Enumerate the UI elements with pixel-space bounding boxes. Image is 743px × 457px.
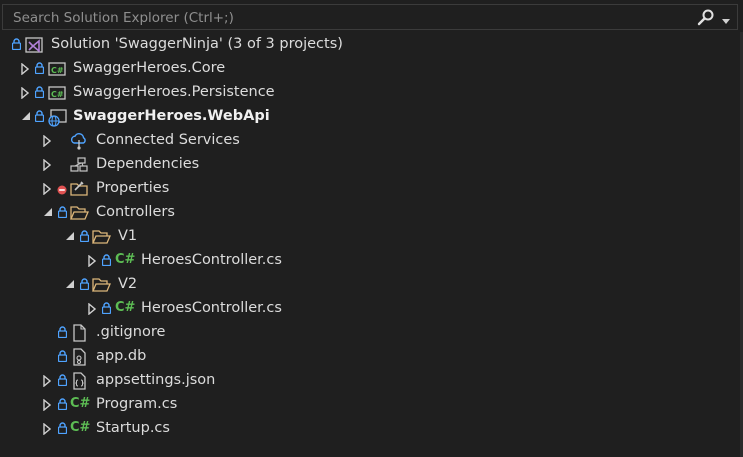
folder-open-icon xyxy=(91,275,111,295)
lock-icon xyxy=(58,398,67,410)
tree-item-label: .gitignore xyxy=(96,324,166,340)
lock-icon xyxy=(35,110,44,122)
svg-text:C#: C# xyxy=(51,90,64,99)
csharp-file-icon: C# xyxy=(70,396,91,411)
expand-arrow-icon[interactable] xyxy=(87,297,99,321)
expand-arrow-icon[interactable] xyxy=(42,153,54,177)
tree-item-label: app.db xyxy=(96,348,147,364)
expand-arrow-icon[interactable] xyxy=(42,177,54,201)
lock-icon xyxy=(58,374,67,386)
collapse-arrow-icon[interactable] xyxy=(64,225,76,249)
solution-icon xyxy=(24,35,44,55)
search-icon[interactable] xyxy=(697,9,715,30)
csharp-project-icon: C# xyxy=(47,83,67,103)
csharp-file-icon: C# xyxy=(70,420,91,435)
tree-item-v1[interactable]: V1 xyxy=(0,225,743,249)
tree-item-label: SwaggerHeroes.Core xyxy=(73,60,226,76)
tree-item-label: Solution 'SwaggerNinja' (3 of 3 projects… xyxy=(51,36,343,52)
expand-arrow-icon[interactable] xyxy=(20,57,32,81)
tree-item-controllers[interactable]: Controllers xyxy=(0,201,743,225)
excluded-status-icon xyxy=(57,183,69,195)
tree-item-label: Properties xyxy=(96,180,170,196)
csharp-project-icon: C# xyxy=(47,59,67,79)
search-input[interactable]: Search Solution Explorer (Ctrl+;) xyxy=(13,10,234,26)
lock-icon xyxy=(80,278,89,290)
lock-icon xyxy=(58,326,67,338)
tree-item-solution[interactable]: Solution 'SwaggerNinja' (3 of 3 projects… xyxy=(0,33,743,57)
lock-icon xyxy=(102,302,111,314)
lock-icon xyxy=(58,350,67,362)
tree-item-swaggerheroes-webapi[interactable]: SwaggerHeroes.WebApi xyxy=(0,105,743,129)
tree-item-heroescontroller-v1[interactable]: C# HeroesController.cs xyxy=(0,249,743,273)
csharp-file-icon: C# xyxy=(115,252,136,267)
expand-arrow-icon[interactable] xyxy=(42,417,54,441)
lock-icon xyxy=(58,422,67,434)
tree-item-app-db[interactable]: app.db xyxy=(0,345,743,369)
tree-item-label: Dependencies xyxy=(96,156,200,172)
tree-item-connected-services[interactable]: Connected Services xyxy=(0,129,743,153)
tree-item-program-cs[interactable]: C# Program.cs xyxy=(0,393,743,417)
tree-item-dependencies[interactable]: Dependencies xyxy=(0,153,743,177)
collapse-arrow-icon[interactable] xyxy=(64,273,76,297)
tree-item-label: Connected Services xyxy=(96,132,240,148)
tree-item-label: SwaggerHeroes.Persistence xyxy=(73,84,275,100)
tree-item-v2[interactable]: V2 xyxy=(0,273,743,297)
lock-icon xyxy=(80,230,89,242)
tree-item-label: V2 xyxy=(118,276,138,292)
svg-text:C#: C# xyxy=(51,66,64,75)
lock-icon xyxy=(58,206,67,218)
file-icon xyxy=(69,323,89,343)
tree-item-swaggerheroes-core[interactable]: C# SwaggerHeroes.Core xyxy=(0,57,743,81)
expand-arrow-icon[interactable] xyxy=(42,393,54,417)
tree-item-label: SwaggerHeroes.WebApi xyxy=(73,108,270,124)
expand-arrow-icon[interactable] xyxy=(42,369,54,393)
tree-item-swaggerheroes-persistence[interactable]: C# SwaggerHeroes.Persistence xyxy=(0,81,743,105)
folder-open-icon xyxy=(69,203,89,223)
tree-item-label: Program.cs xyxy=(96,396,178,412)
csharp-file-icon: C# xyxy=(115,300,136,315)
search-options-chevron-icon[interactable] xyxy=(722,13,730,29)
properties-icon xyxy=(69,179,89,199)
tree-item-gitignore[interactable]: .gitignore xyxy=(0,321,743,345)
search-box[interactable]: Search Solution Explorer (Ctrl+;) xyxy=(2,4,738,30)
tree-item-label: appsettings.json xyxy=(96,372,216,388)
lock-icon xyxy=(35,62,44,74)
lock-icon xyxy=(12,38,21,50)
tree-item-heroescontroller-v2[interactable]: C# HeroesController.cs xyxy=(0,297,743,321)
folder-open-icon xyxy=(91,227,111,247)
collapse-arrow-icon[interactable] xyxy=(20,105,32,129)
lock-icon xyxy=(102,254,111,266)
database-file-icon xyxy=(69,347,89,367)
tree-item-label: HeroesController.cs xyxy=(141,252,282,268)
dependencies-icon xyxy=(69,155,89,175)
collapse-arrow-icon[interactable] xyxy=(42,201,54,225)
tree-item-label: Startup.cs xyxy=(96,420,170,436)
tree-item-label: HeroesController.cs xyxy=(141,300,282,316)
tree-item-label: Controllers xyxy=(96,204,175,220)
expand-arrow-icon[interactable] xyxy=(42,129,54,153)
expand-arrow-icon[interactable] xyxy=(87,249,99,273)
tree-item-appsettings-json[interactable]: appsettings.json xyxy=(0,369,743,393)
tree-item-properties[interactable]: Properties xyxy=(0,177,743,201)
connected-services-icon xyxy=(69,131,89,151)
tree-item-label: V1 xyxy=(118,228,138,244)
web-project-icon xyxy=(47,107,67,127)
expand-arrow-icon[interactable] xyxy=(20,81,32,105)
tree-item-startup-cs[interactable]: C# Startup.cs xyxy=(0,417,743,441)
lock-icon xyxy=(35,86,44,98)
json-file-icon xyxy=(69,371,89,391)
